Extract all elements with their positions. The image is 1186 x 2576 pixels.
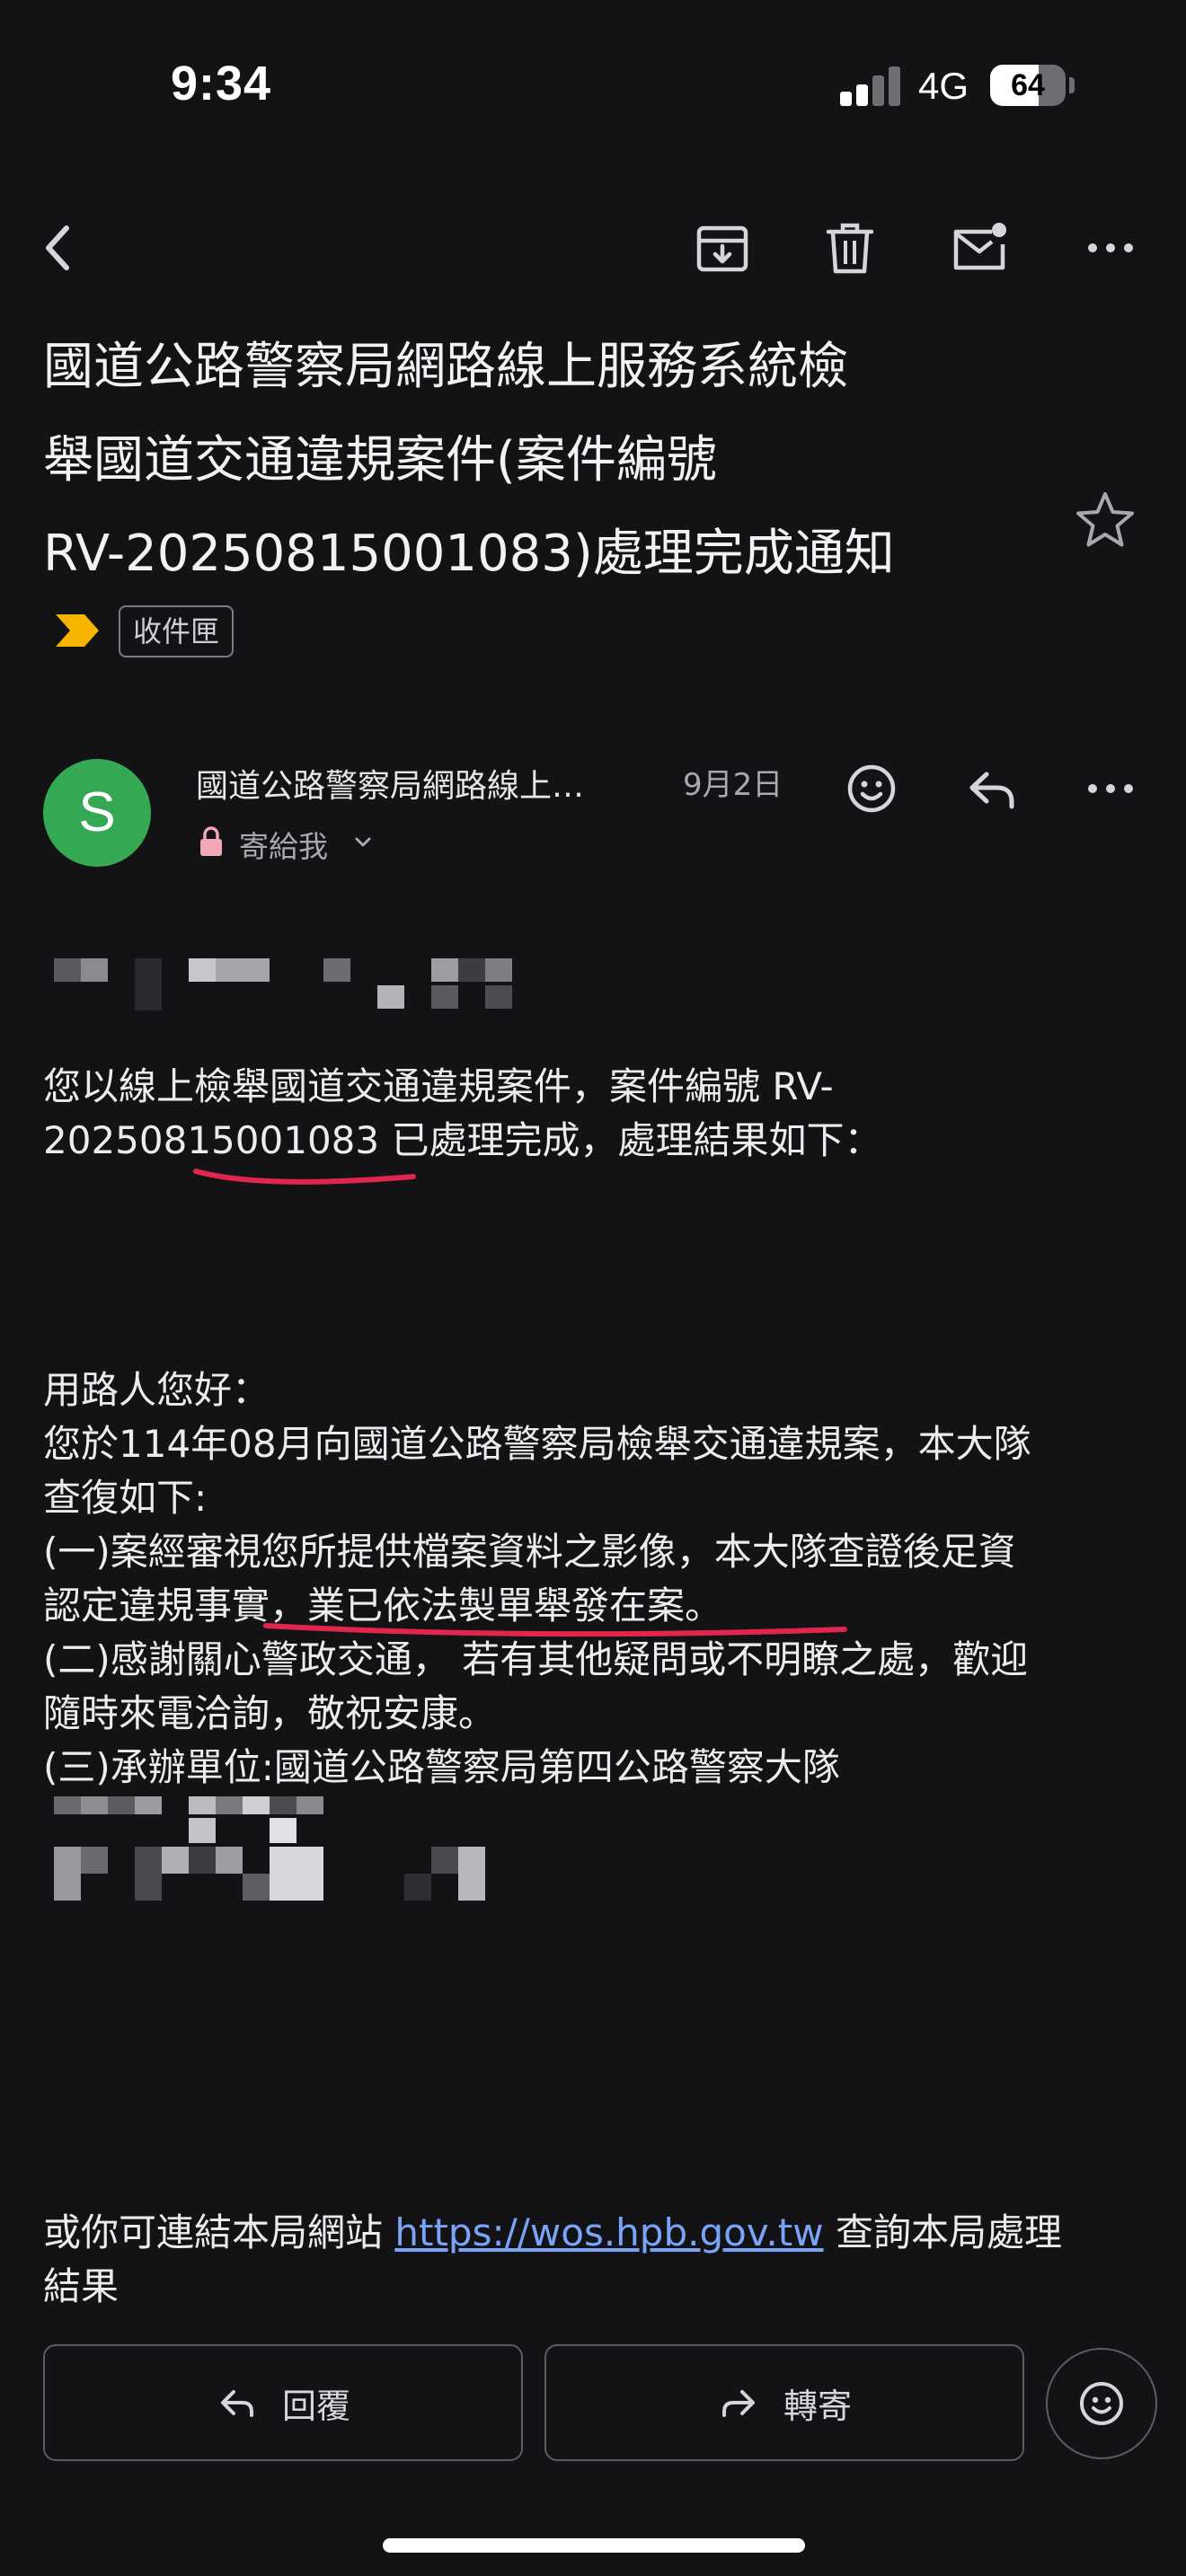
home-indicator[interactable] [383, 2538, 805, 2553]
important-marker-icon [56, 614, 99, 647]
body-line: 隨時來電洽詢，敬祝安康。 [43, 1691, 497, 1735]
body-result: 用路人您好： 您於114年08月向國道公路警察局檢舉交通違規案，本大隊 查復如下… [43, 1363, 1148, 1795]
star-button[interactable] [1069, 485, 1141, 557]
more-horizontal-icon [1088, 243, 1133, 252]
body-line: (一)案經審視您所提供檔案資料之影像，本大隊查證後足資 [43, 1530, 1016, 1574]
recipient-label: 寄給我 [239, 829, 328, 864]
chevron-left-icon [46, 225, 69, 270]
cellular-signal-icon [840, 65, 903, 106]
email-date: 9月2日 [683, 767, 783, 803]
delete-button[interactable] [818, 216, 882, 280]
react-button[interactable] [1046, 2348, 1157, 2459]
mark-unread-button[interactable] [947, 216, 1012, 280]
chevron-down-icon [355, 837, 371, 847]
body-intro: 您以線上檢舉國道交通違規案件，案件編號 RV- 20250815001083 已… [43, 1060, 1148, 1168]
star-icon [1076, 492, 1134, 547]
footer-line: 結果 [43, 2264, 119, 2308]
add-reaction-button[interactable] [839, 756, 904, 821]
body-line: 您以線上檢舉國道交通違規案件，案件編號 RV- [43, 1064, 834, 1108]
mail-unread-icon [953, 223, 1006, 270]
email-subject: 國道公路警察局網路線上服務系統檢 舉國道交通違規案件(案件編號 RV-20250… [43, 328, 1031, 608]
redacted-text [54, 955, 521, 1010]
body-line: 用路人您好： [43, 1368, 270, 1412]
reply-icon [969, 772, 1014, 809]
website-link[interactable]: https://wos.hpb.gov.tw [394, 2210, 823, 2254]
emoji-icon [1080, 2382, 1123, 2425]
subject-line: 舉國道交通違規案件(案件編號 [43, 431, 717, 490]
status-bar: 9:34 4G 64 [0, 0, 1186, 171]
battery-icon: 64 [990, 65, 1066, 106]
trash-icon [826, 223, 874, 274]
footer-prefix: 或你可連結本局網站 [43, 2210, 395, 2254]
body-footer: 或你可連結本局網站 https://wos.hpb.gov.tw 查詢本局處理 … [43, 2206, 1148, 2314]
red-underline-annotation [263, 1623, 847, 1637]
emoji-icon [847, 764, 896, 813]
forward-label: 轉寄 [783, 2386, 852, 2426]
subject-line: RV-20250815001083)處理完成通知 [43, 525, 895, 583]
more-horizontal-icon [1088, 784, 1133, 793]
message-more-button[interactable] [1078, 756, 1143, 821]
status-time: 9:34 [171, 57, 272, 110]
reply-icon [220, 2390, 253, 2417]
battery-percent: 64 [1011, 68, 1045, 102]
sender-name[interactable]: 國道公路警察局網路線上… [196, 760, 645, 807]
reply-button[interactable]: 回覆 [43, 2344, 523, 2461]
more-options-button[interactable] [1078, 216, 1143, 280]
reply-icon-button[interactable] [960, 756, 1024, 821]
redacted-text [54, 1796, 503, 1904]
inbox-label-chip[interactable]: 收件匣 [119, 605, 235, 657]
sender-avatar[interactable]: S [43, 759, 151, 867]
subject-line: 國道公路警察局網路線上服務系統檢 [43, 338, 848, 396]
email-toolbar [0, 198, 1186, 287]
body-line: 您於114年08月向國道公路警察局檢舉交通違規案，本大隊 [43, 1422, 1031, 1466]
body-line: (三)承辦單位:國道公路警察局第四公路警察大隊 [43, 1745, 840, 1789]
archive-icon [696, 225, 748, 272]
body-line: 查復如下: [43, 1476, 208, 1520]
archive-button[interactable] [690, 216, 755, 280]
email-view-screen: 9:34 4G 64 國道公路警察局網路線上服務系統檢 舉國道交通違規案件(案件… [0, 0, 1186, 2576]
footer-suffix: 查詢本局處理 [823, 2210, 1062, 2254]
battery-tip [1069, 77, 1075, 93]
network-type: 4G [918, 65, 969, 107]
forward-icon [721, 2390, 755, 2417]
reply-label: 回覆 [281, 2386, 350, 2426]
lock-icon [200, 826, 222, 856]
red-underline-annotation [193, 1169, 416, 1185]
footer-line: 或你可連結本局網站 https://wos.hpb.gov.tw 查詢本局處理 [43, 2206, 1148, 2260]
forward-button[interactable]: 轉寄 [544, 2344, 1024, 2461]
back-button[interactable] [27, 216, 92, 280]
